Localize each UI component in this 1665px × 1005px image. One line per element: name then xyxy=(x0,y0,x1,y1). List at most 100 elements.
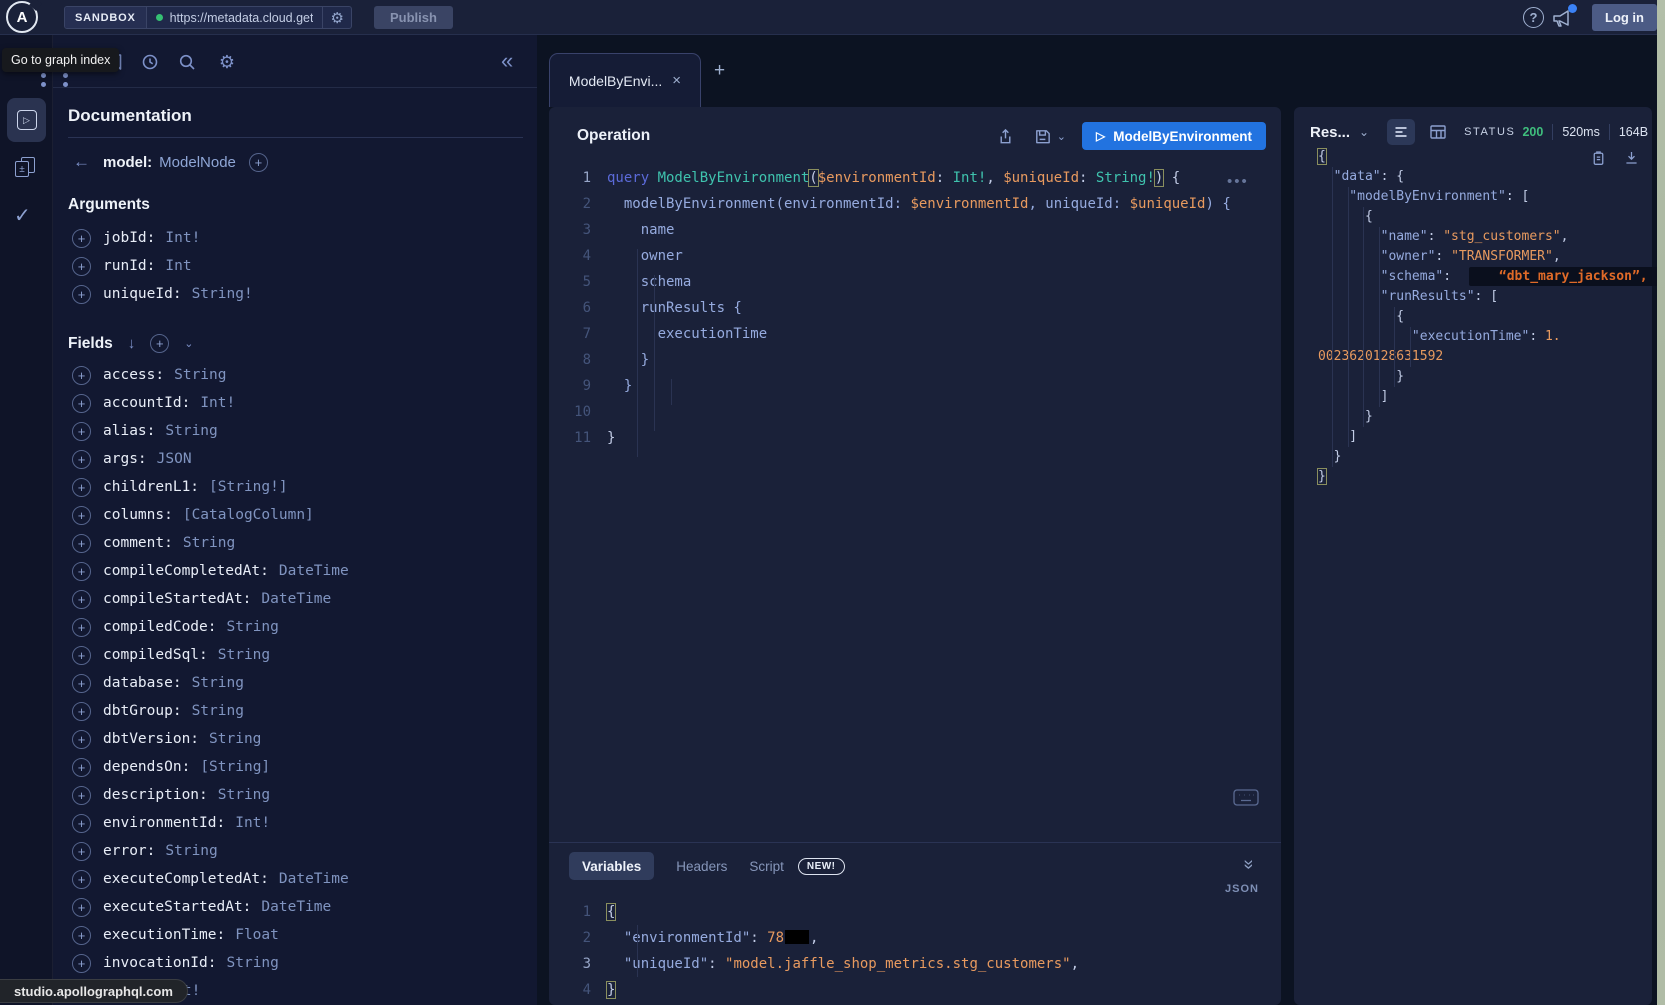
sandbox-badge[interactable]: SANDBOX xyxy=(65,7,147,28)
field-type[interactable]: [String!] xyxy=(209,479,288,495)
save-icon[interactable] xyxy=(1033,127,1052,146)
add-to-operation-icon[interactable]: + xyxy=(72,285,91,304)
field-label[interactable]: database: xyxy=(103,675,182,691)
search-icon[interactable] xyxy=(177,52,197,72)
field-row[interactable]: +invocationId:String xyxy=(68,949,523,977)
field-label[interactable]: alias: xyxy=(103,423,155,439)
field-label[interactable]: comment: xyxy=(103,535,173,551)
breadcrumb-type-link[interactable]: ModelNode xyxy=(159,154,236,171)
run-operation-button[interactable]: ▷ ModelByEnvironment xyxy=(1082,122,1266,150)
response-title[interactable]: Res... xyxy=(1310,124,1350,141)
add-to-operation-icon[interactable]: + xyxy=(72,674,91,693)
field-type[interactable]: String xyxy=(192,675,244,691)
settings-gear-icon[interactable]: ⚙ xyxy=(217,52,237,72)
field-label[interactable]: args: xyxy=(103,451,147,467)
field-row[interactable]: +compileStartedAt:DateTime xyxy=(68,585,523,613)
editor-options-icon[interactable]: ••• xyxy=(1227,173,1249,190)
field-type[interactable]: String xyxy=(227,955,279,971)
field-label[interactable]: environmentId: xyxy=(103,815,225,831)
field-row[interactable]: +runId:Int xyxy=(68,252,523,280)
add-to-operation-icon[interactable]: + xyxy=(72,506,91,525)
field-row[interactable]: + args: JSON xyxy=(68,445,523,473)
add-to-operation-icon[interactable]: + xyxy=(72,450,91,469)
field-row[interactable]: + database: String xyxy=(68,669,523,697)
field-label[interactable]: jobId: xyxy=(103,230,155,246)
add-to-operation-icon[interactable]: + xyxy=(72,534,91,553)
field-type[interactable]: DateTime xyxy=(261,591,331,607)
add-to-operation-icon[interactable]: + xyxy=(72,422,91,441)
collapse-panel-icon[interactable]: « xyxy=(501,48,513,74)
add-to-operation-icon[interactable]: + xyxy=(72,758,91,777)
field-type[interactable]: String xyxy=(165,843,217,859)
field-row[interactable]: +alias:String xyxy=(68,417,523,445)
field-row[interactable]: +compileCompletedAt:DateTime xyxy=(68,557,523,585)
field-type[interactable]: String xyxy=(227,619,279,635)
field-type[interactable]: Int! xyxy=(235,815,270,831)
field-label[interactable]: accountId: xyxy=(103,395,190,411)
add-to-operation-icon[interactable]: + xyxy=(72,618,91,637)
add-to-operation-icon[interactable]: + xyxy=(72,814,91,833)
field-label[interactable]: childrenL1: xyxy=(103,479,199,495)
field-type[interactable]: Int! xyxy=(200,395,235,411)
field-label[interactable]: executeCompletedAt: xyxy=(103,871,269,887)
field-label[interactable]: columns: xyxy=(103,507,173,523)
field-type[interactable]: String xyxy=(174,367,226,383)
tab-model-by-environment[interactable]: ModelByEnvi... × xyxy=(549,53,701,107)
add-to-operation-icon[interactable]: + xyxy=(72,786,91,805)
field-row[interactable]: +dbtGroup:String xyxy=(68,697,523,725)
field-type[interactable]: String xyxy=(218,647,270,663)
field-type[interactable]: JSON xyxy=(157,451,192,467)
back-arrow-icon[interactable]: ← xyxy=(73,152,90,172)
field-type[interactable]: DateTime xyxy=(279,563,349,579)
response-dropdown-chevron-icon[interactable]: ⌄ xyxy=(1359,125,1369,139)
field-row[interactable]: + accountId: Int! xyxy=(68,389,523,417)
field-label[interactable]: invocationId: xyxy=(103,955,217,971)
field-label[interactable]: error: xyxy=(103,843,155,859)
endpoint-url[interactable]: https://metadata.cloud.get xyxy=(170,11,314,25)
add-to-operation-icon[interactable]: + xyxy=(72,394,91,413)
nav-item-operations[interactable]: ▷ xyxy=(7,98,46,142)
add-to-operation-icon[interactable]: + xyxy=(72,730,91,749)
field-row[interactable]: +description:String xyxy=(68,781,523,809)
field-row[interactable]: +compiledSql:String xyxy=(68,641,523,669)
add-to-operation-icon[interactable]: + xyxy=(72,646,91,665)
keyboard-shortcuts-icon[interactable] xyxy=(1233,789,1259,806)
field-row[interactable]: +executionTime:Float xyxy=(68,921,523,949)
field-label[interactable]: dbtGroup: xyxy=(103,703,182,719)
field-row[interactable]: +dbtVersion:String xyxy=(68,725,523,753)
add-to-operation-icon[interactable]: + xyxy=(72,870,91,889)
field-row[interactable]: + executeCompletedAt: DateTime xyxy=(68,865,523,893)
add-to-operation-icon[interactable]: + xyxy=(72,562,91,581)
nav-item-checks[interactable]: ✓ xyxy=(14,203,31,228)
field-row[interactable]: +columns:[CatalogColumn] xyxy=(68,501,523,529)
field-type[interactable]: Float xyxy=(235,927,279,943)
new-tab-icon[interactable]: + xyxy=(714,60,725,82)
tab-variables[interactable]: Variables xyxy=(569,852,654,880)
operation-editor[interactable]: 1query ModelByEnvironment($environmentId… xyxy=(549,165,1281,451)
add-to-operation-icon[interactable]: + xyxy=(72,590,91,609)
field-row[interactable]: +compiledCode:String xyxy=(68,613,523,641)
field-type[interactable]: Int! xyxy=(165,230,200,246)
collapse-variables-icon[interactable]: « xyxy=(1238,859,1259,869)
field-label[interactable]: uniqueId: xyxy=(103,286,182,302)
add-field-icon[interactable]: + xyxy=(249,153,268,172)
tab-headers[interactable]: Headers xyxy=(676,859,727,874)
add-to-operation-icon[interactable]: + xyxy=(72,926,91,945)
field-label[interactable]: dbtVersion: xyxy=(103,731,199,747)
field-type[interactable]: Int xyxy=(165,258,191,274)
apollo-logo[interactable]: A xyxy=(6,1,38,33)
field-label[interactable]: executeStartedAt: xyxy=(103,899,251,915)
endpoint-settings-gear-icon[interactable]: ⚙ xyxy=(322,7,350,28)
add-to-operation-icon[interactable]: + xyxy=(72,702,91,721)
sort-down-icon[interactable]: ↓ xyxy=(128,335,136,352)
field-row[interactable]: + environmentId: Int! xyxy=(68,809,523,837)
chevron-down-icon[interactable]: ⌄ xyxy=(184,337,193,350)
add-to-operation-icon[interactable]: + xyxy=(72,478,91,497)
field-type[interactable]: DateTime xyxy=(279,871,349,887)
field-label[interactable]: description: xyxy=(103,787,208,803)
field-row[interactable]: +executeStartedAt:DateTime xyxy=(68,893,523,921)
nav-item-schema[interactable]: ± xyxy=(15,157,37,179)
field-row[interactable]: +access:String xyxy=(68,361,523,389)
save-menu-chevron-icon[interactable]: ⌄ xyxy=(1057,130,1066,143)
announcements-megaphone-icon[interactable] xyxy=(1551,7,1575,29)
